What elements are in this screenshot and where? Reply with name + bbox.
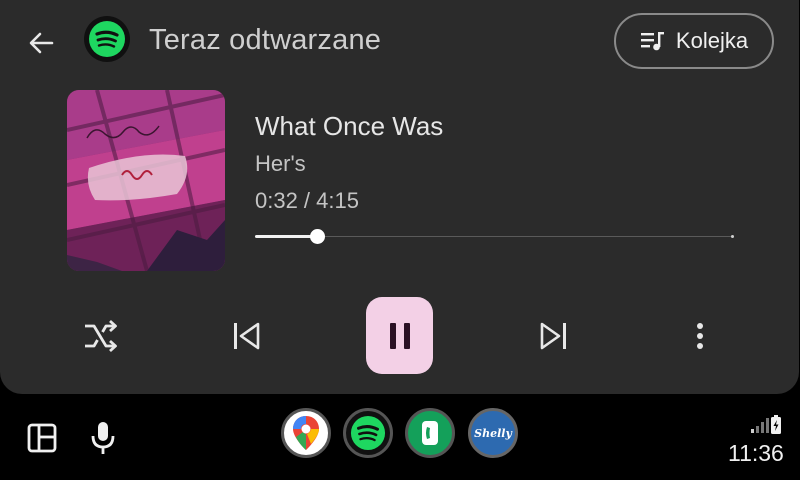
progress-thumb[interactable] [310, 229, 325, 244]
track-time: 0:32 / 4:15 [255, 188, 359, 213]
dock-app-maps[interactable] [281, 408, 331, 458]
queue-label: Kolejka [675, 28, 749, 53]
shelly-icon: Shelly [474, 426, 512, 440]
spotify-app-icon [84, 16, 130, 62]
status-indicators [746, 414, 786, 436]
phone-icon [422, 421, 438, 445]
back-button[interactable] [24, 26, 58, 60]
pause-button[interactable] [366, 297, 433, 374]
maps-icon [293, 416, 319, 450]
dock-app-phone[interactable] [405, 408, 455, 458]
previous-button[interactable] [222, 312, 270, 360]
progress-end-dot [731, 235, 734, 238]
progress-fill [255, 235, 317, 238]
voice-assistant-button[interactable] [86, 418, 120, 458]
skip-next-icon [540, 322, 566, 350]
battery-charging-icon [771, 415, 781, 434]
queue-music-icon [640, 32, 664, 51]
microphone-icon [91, 422, 115, 454]
arrow-left-icon [29, 32, 54, 54]
dashboard-button[interactable] [24, 420, 60, 456]
more-vert-icon [697, 323, 703, 349]
signal-icon [751, 418, 769, 433]
dock-app-spotify[interactable] [343, 408, 393, 458]
dashboard-icon [27, 423, 57, 453]
dock-app-shelly[interactable]: Shelly [468, 408, 518, 458]
spotify-icon [350, 415, 386, 451]
now-playing-card: Teraz odtwarzane Kolejka What Once Was H… [0, 0, 799, 394]
queue-button[interactable]: Kolejka [614, 13, 774, 69]
page-title: Teraz odtwarzane [149, 24, 382, 56]
more-options-button[interactable] [680, 312, 720, 360]
shuffle-button[interactable] [76, 312, 124, 360]
clock: 11:36 [728, 440, 784, 466]
track-title: What Once Was [255, 111, 444, 141]
skip-previous-icon [234, 322, 260, 350]
shuffle-icon [85, 319, 117, 353]
pause-icon [389, 322, 410, 349]
spotify-icon [89, 21, 125, 57]
progress-track[interactable] [255, 236, 733, 237]
album-art [67, 90, 225, 271]
next-button[interactable] [530, 312, 578, 360]
track-artist: Her's [255, 151, 306, 176]
